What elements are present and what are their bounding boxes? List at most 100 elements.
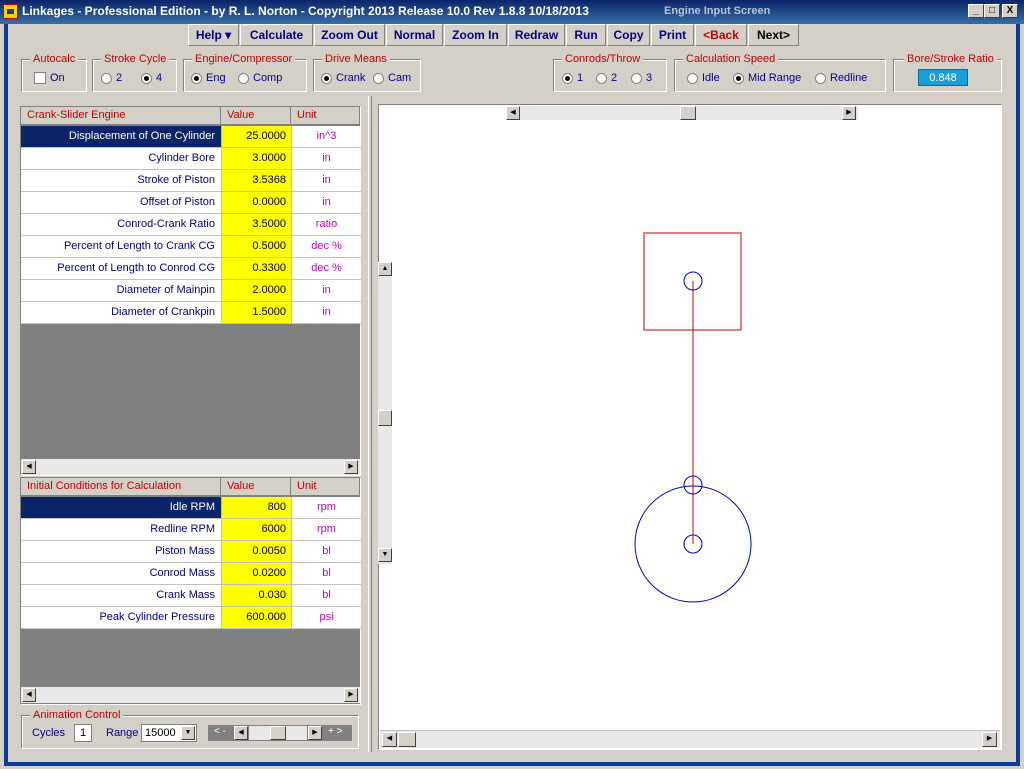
radio-selected-icon[interactable] — [191, 72, 202, 84]
scroll-thumb[interactable] — [398, 732, 416, 747]
value-cell[interactable]: 0.0050 — [221, 541, 291, 563]
radio-icon[interactable] — [373, 72, 384, 84]
table-row[interactable]: Stroke of Piston 3.5368 in — [21, 170, 361, 192]
redline-radio[interactable]: Redline — [815, 72, 867, 84]
table-row[interactable]: Redline RPM 6000 rpm — [21, 519, 361, 541]
cam-radio[interactable]: Cam — [373, 72, 411, 84]
table-row[interactable]: Piston Mass 0.0050 bl — [21, 541, 361, 563]
scroll-right-icon[interactable]: ▶ — [344, 460, 358, 474]
idle-radio[interactable]: Idle — [687, 72, 720, 84]
value-cell[interactable]: 600.000 — [221, 607, 291, 629]
scroll-right-icon[interactable]: ▶ — [344, 688, 358, 702]
conditions-table-header: Initial Conditions for Calculation Value… — [21, 478, 360, 496]
scroll-right-icon[interactable]: ▶ — [982, 732, 997, 747]
conditions-table-hscrollbar[interactable]: ◀ ▶ — [21, 687, 360, 703]
scroll-right-icon[interactable]: ▶ — [842, 106, 856, 120]
autocalc-checkbox[interactable]: On — [34, 72, 65, 84]
radio-icon[interactable] — [631, 72, 642, 84]
table-row[interactable]: Diameter of Mainpin 2.0000 in — [21, 280, 361, 302]
scroll-left-icon[interactable]: ◀ — [506, 106, 520, 120]
value-cell[interactable]: 1.5000 — [221, 302, 291, 324]
radio-icon[interactable] — [101, 72, 112, 84]
table-row[interactable]: Peak Cylinder Pressure 600.000 psi — [21, 607, 361, 629]
value-cell[interactable]: 3.5368 — [221, 170, 291, 192]
value-cell[interactable]: 3.0000 — [221, 148, 291, 170]
value-cell[interactable]: 0.3300 — [221, 258, 291, 280]
zoom-in-button[interactable]: Zoom In — [444, 24, 507, 46]
drawing-canvas[interactable] — [378, 104, 1002, 750]
value-cell[interactable]: 0.030 — [221, 585, 291, 607]
engine-table-hscrollbar[interactable]: ◀ ▶ — [21, 459, 360, 475]
checkbox-box[interactable] — [34, 72, 46, 84]
run-button[interactable]: Run — [566, 24, 606, 46]
normal-button[interactable]: Normal — [386, 24, 443, 46]
redraw-button[interactable]: Redraw — [508, 24, 565, 46]
cycles-input[interactable]: 1 — [74, 724, 92, 742]
minimize-button[interactable]: _ — [968, 4, 984, 18]
scroll-right-icon[interactable]: ▶ — [308, 726, 322, 740]
next-button[interactable]: Next> — [748, 24, 799, 46]
scroll-down-icon[interactable]: ▼ — [378, 548, 392, 562]
stroke-4-radio[interactable]: 4 — [141, 72, 162, 84]
maximize-button[interactable]: □ — [984, 4, 1000, 18]
row-label: Crank Mass — [21, 585, 221, 607]
range-select[interactable]: 15000 ▼ — [141, 724, 197, 742]
value-cell[interactable]: 6000 — [221, 519, 291, 541]
value-cell[interactable]: 3.5000 — [221, 214, 291, 236]
scroll-left-icon[interactable]: ◀ — [22, 460, 36, 474]
chevron-down-icon[interactable]: ▼ — [181, 726, 195, 740]
radio-icon[interactable] — [596, 72, 607, 84]
table-row[interactable]: Percent of Length to Crank CG 0.5000 dec % — [21, 236, 361, 258]
canvas-bottom-scrollbar[interactable]: ◀ ▶ — [380, 730, 1000, 748]
scroll-left-icon[interactable]: ◀ — [22, 688, 36, 702]
crank-radio[interactable]: Crank — [321, 72, 365, 84]
table-row[interactable]: Idle RPM 800 rpm — [21, 497, 361, 519]
canvas-vscrollbar[interactable]: ▲ ▼ — [378, 262, 392, 564]
copy-button[interactable]: Copy — [607, 24, 650, 46]
help-menu-button[interactable]: Help ▾ — [188, 24, 239, 46]
calculate-button[interactable]: Calculate — [240, 24, 313, 46]
table-row[interactable]: Crank Mass 0.030 bl — [21, 585, 361, 607]
radio-selected-icon[interactable] — [141, 72, 152, 84]
value-cell[interactable]: 0.0200 — [221, 563, 291, 585]
table-row[interactable]: Displacement of One Cylinder 25.0000 in^3 — [21, 126, 361, 148]
table-row[interactable]: Diameter of Crankpin 1.5000 in — [21, 302, 361, 324]
zoom-out-button[interactable]: Zoom Out — [314, 24, 385, 46]
speed-slider[interactable]: < - ◀ ▶ + > — [208, 725, 352, 741]
slider-thumb[interactable] — [270, 726, 286, 740]
table-row[interactable]: Percent of Length to Conrod CG 0.3300 dec … — [21, 258, 361, 280]
conrods-2-radio[interactable]: 2 — [596, 72, 617, 84]
engine-radio[interactable]: Eng — [191, 72, 226, 84]
app-icon[interactable] — [3, 4, 18, 19]
scroll-thumb[interactable] — [680, 106, 696, 120]
value-cell[interactable]: 800 — [221, 497, 291, 519]
mid-range-radio[interactable]: Mid Range — [733, 72, 801, 84]
radio-selected-icon[interactable] — [321, 72, 332, 84]
radio-icon[interactable] — [815, 72, 826, 84]
table-row[interactable]: Conrod-Crank Ratio 3.5000 ratio — [21, 214, 361, 236]
canvas-top-scrollbar[interactable]: ◀ ▶ — [506, 106, 858, 120]
back-button[interactable]: <Back — [695, 24, 747, 46]
radio-icon[interactable] — [687, 72, 698, 84]
scroll-left-icon[interactable]: ◀ — [382, 732, 397, 747]
value-cell[interactable]: 0.5000 — [221, 236, 291, 258]
radio-selected-icon[interactable] — [562, 72, 573, 84]
scroll-left-icon[interactable]: ◀ — [234, 726, 248, 740]
table-row[interactable]: Offset of Piston 0.0000 in — [21, 192, 361, 214]
table-row[interactable]: Cylinder Bore 3.0000 in — [21, 148, 361, 170]
print-button[interactable]: Print — [651, 24, 694, 46]
conrods-3-radio[interactable]: 3 — [631, 72, 652, 84]
radio-icon[interactable] — [238, 72, 249, 84]
table-row[interactable]: Conrod Mass 0.0200 bl — [21, 563, 361, 585]
scroll-thumb[interactable] — [378, 410, 392, 426]
value-cell[interactable]: 2.0000 — [221, 280, 291, 302]
scroll-up-icon[interactable]: ▲ — [378, 262, 392, 276]
value-cell[interactable]: 25.0000 — [221, 126, 291, 148]
value-cell[interactable]: 0.0000 — [221, 192, 291, 214]
compressor-radio[interactable]: Comp — [238, 72, 282, 84]
close-button[interactable]: X — [1002, 4, 1018, 18]
stroke-2-radio[interactable]: 2 — [101, 72, 122, 84]
radio-selected-icon[interactable] — [733, 72, 744, 84]
conrods-1-radio[interactable]: 1 — [562, 72, 583, 84]
splitter[interactable] — [368, 96, 372, 752]
